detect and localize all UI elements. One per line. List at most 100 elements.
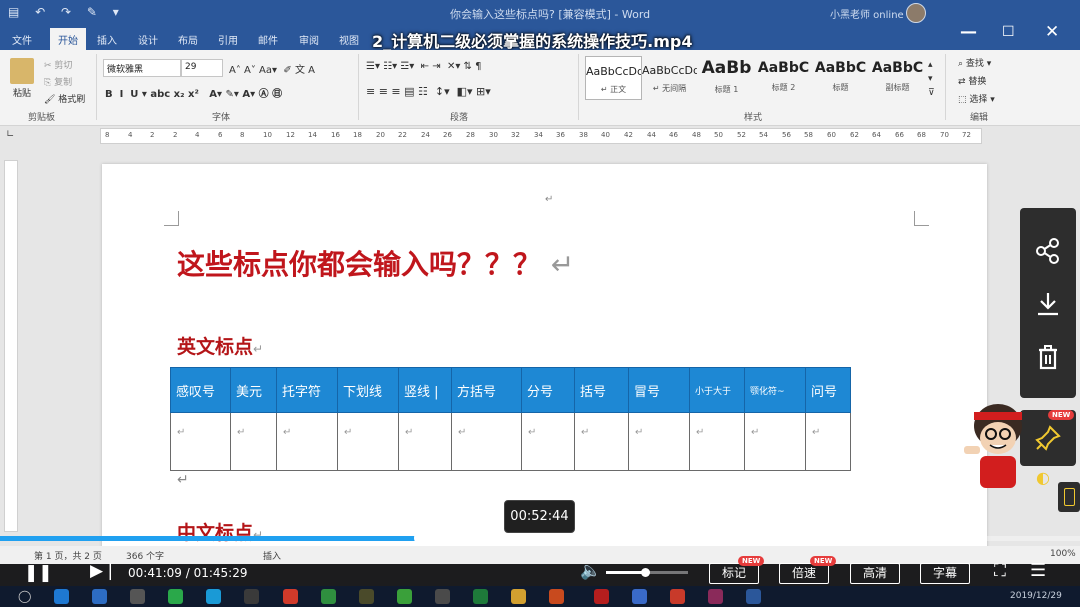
table-header-cell[interactable]: 分号 — [521, 367, 575, 413]
pin-icon[interactable] — [1034, 424, 1062, 452]
font-format-buttons[interactable]: B I U ▾ abc x₂ x² A▾ ✎▾ A▾ Ⓐ ㊐ — [105, 85, 282, 100]
table-header-cell[interactable]: 下划线 — [337, 367, 399, 413]
style-heading-1[interactable]: AaBb 标题 1 — [699, 56, 754, 98]
vertical-ruler[interactable] — [4, 160, 18, 532]
subtitle-button[interactable]: 字幕 — [920, 563, 970, 584]
table-cell[interactable]: ↵ — [398, 412, 452, 471]
table-header-cell[interactable]: 美元 — [230, 367, 277, 413]
download-icon[interactable] — [1032, 288, 1064, 320]
search-icon[interactable]: ◯ — [18, 589, 31, 603]
table-cell[interactable]: ↵ — [521, 412, 575, 471]
table-header-cell[interactable]: 冒号 — [628, 367, 690, 413]
wechat-icon[interactable] — [168, 589, 183, 604]
share-icon[interactable] — [1032, 235, 1064, 267]
word-icon[interactable] — [746, 589, 761, 604]
select-button[interactable]: ⬚ 选择 ▾ — [958, 92, 995, 105]
zoom-level[interactable]: 100% — [1050, 549, 1076, 559]
app-icon[interactable] — [632, 589, 647, 604]
table-header-cell[interactable]: 感叹号 — [170, 367, 231, 413]
table-header-cell[interactable]: 小于大于 — [689, 367, 745, 413]
powerpoint-icon[interactable] — [549, 589, 564, 604]
next-icon[interactable]: ▶❘ — [90, 561, 117, 581]
style-no-spacing[interactable]: AaBbCcDd ↵ 无间隔 — [642, 56, 697, 98]
tab-references[interactable]: 引用 — [218, 32, 238, 47]
mascot-avatar[interactable] — [962, 398, 1032, 490]
moon-icon[interactable]: ◐ — [1036, 468, 1050, 487]
app-icon[interactable] — [92, 589, 107, 604]
folder-icon[interactable] — [511, 589, 526, 604]
find-button[interactable]: ⌕ 查找 ▾ — [958, 56, 991, 69]
mark-button[interactable]: 标记 — [709, 563, 759, 584]
tab-design[interactable]: 设计 — [138, 32, 158, 47]
table-cell[interactable]: ↵ — [337, 412, 399, 471]
user-avatar[interactable] — [906, 3, 926, 23]
replace-button[interactable]: ⇄ 替换 — [958, 74, 986, 87]
table-header-cell[interactable]: 问号 — [805, 367, 851, 413]
tab-file[interactable]: 文件 — [12, 32, 32, 47]
app-icon[interactable] — [130, 589, 145, 604]
pause-icon[interactable]: ❚❚ — [24, 563, 53, 583]
align-buttons[interactable]: ≡ ≡ ≡ ▤ ☷ ↕▾ ◧▾ ⊞▾ — [366, 85, 491, 98]
mini-window-button[interactable] — [1058, 482, 1080, 512]
fullscreen-icon[interactable]: ⛶ — [994, 561, 1006, 581]
app-icon[interactable] — [435, 589, 450, 604]
pdf-icon[interactable] — [594, 589, 609, 604]
volume-handle[interactable] — [641, 568, 650, 577]
tab-mailings[interactable]: 邮件 — [258, 32, 278, 47]
playlist-icon[interactable]: ☰ — [1030, 560, 1046, 581]
table-cell[interactable]: ↵ — [276, 412, 338, 471]
app-icon[interactable] — [206, 589, 221, 604]
tab-stop-icon[interactable]: ∟ — [6, 129, 14, 140]
style-normal[interactable]: AaBbCcDd ↵ 正文 — [585, 56, 642, 100]
excel-icon[interactable] — [321, 589, 336, 604]
table-header-cell[interactable]: 方括号 — [451, 367, 522, 413]
table-cell[interactable]: ↵ — [451, 412, 522, 471]
style-heading-2[interactable]: AaBbC 标题 2 — [756, 56, 811, 98]
table-cell[interactable]: ↵ — [744, 412, 806, 471]
app-icon[interactable] — [244, 589, 259, 604]
progress-handle[interactable] — [414, 531, 428, 545]
close-icon[interactable]: ✕ — [1045, 22, 1059, 42]
paste-icon[interactable] — [10, 58, 34, 84]
tab-view[interactable]: 视图 — [339, 32, 359, 47]
table-header-cell[interactable]: 括号 — [574, 367, 629, 413]
format-painter-button[interactable]: 🖌 格式刷 — [44, 92, 85, 105]
app-icon[interactable] — [473, 589, 488, 604]
table-header-cell[interactable]: 竖线 | — [398, 367, 452, 413]
table-header-cell[interactable]: 托字符 — [276, 367, 338, 413]
style-title[interactable]: AaBbC 标题 — [813, 56, 868, 98]
trash-icon[interactable] — [1032, 341, 1064, 373]
list-buttons[interactable]: ☰▾ ☷▾ ☲▾ ⇤ ⇥ ✕▾ ⇅ ¶ — [366, 61, 481, 72]
font-name-select[interactable]: 微软雅黑 — [103, 59, 181, 77]
volume-icon[interactable]: 🔈 — [580, 561, 601, 581]
table-cell[interactable]: ↵ — [805, 412, 851, 471]
punctuation-table[interactable]: 感叹号 美元 托字符 下划线 竖线 | 方括号 分号 括号 冒号 小于大于 颚化… — [170, 367, 851, 471]
cut-button[interactable]: ✂ 剪切 — [44, 58, 72, 71]
chrome-icon[interactable] — [283, 589, 298, 604]
paste-button[interactable]: 粘贴 — [13, 86, 31, 99]
app-icon[interactable] — [670, 589, 685, 604]
table-cell[interactable]: ↵ — [689, 412, 745, 471]
app-icon[interactable] — [359, 589, 374, 604]
minimize-icon[interactable]: — — [960, 22, 977, 42]
table-cell[interactable]: ↵ — [574, 412, 629, 471]
document-page[interactable] — [102, 164, 987, 554]
style-subtitle[interactable]: AaBbC 副标题 — [870, 56, 925, 98]
styles-scroll-icon[interactable]: ▴ ▾ ⊽ — [928, 58, 935, 100]
tab-review[interactable]: 审阅 — [299, 32, 319, 47]
quality-button[interactable]: 高清 — [850, 563, 900, 584]
table-cell[interactable]: ↵ — [170, 412, 231, 471]
table-cell[interactable]: ↵ — [230, 412, 277, 471]
tab-insert[interactable]: 插入 — [97, 32, 117, 47]
app-icon[interactable] — [708, 589, 723, 604]
tab-layout[interactable]: 布局 — [178, 32, 198, 47]
font-size-select[interactable]: 29 — [181, 59, 223, 77]
copy-button[interactable]: ⎘ 复制 — [44, 75, 72, 88]
horizontal-ruler[interactable]: 8 4 2 2 4 6 8 10 12 14 16 18 20 22 24 26 28 30 32 34 36 38 40 4… — [100, 128, 982, 144]
edge-icon[interactable] — [54, 589, 69, 604]
table-cell[interactable]: ↵ — [628, 412, 690, 471]
tab-home[interactable]: 开始 — [50, 28, 86, 52]
section-heading-english[interactable]: 英文标点↵ — [177, 332, 263, 359]
table-header-cell[interactable]: 颚化符~ — [744, 367, 806, 413]
speed-button[interactable]: 倍速 — [779, 563, 829, 584]
